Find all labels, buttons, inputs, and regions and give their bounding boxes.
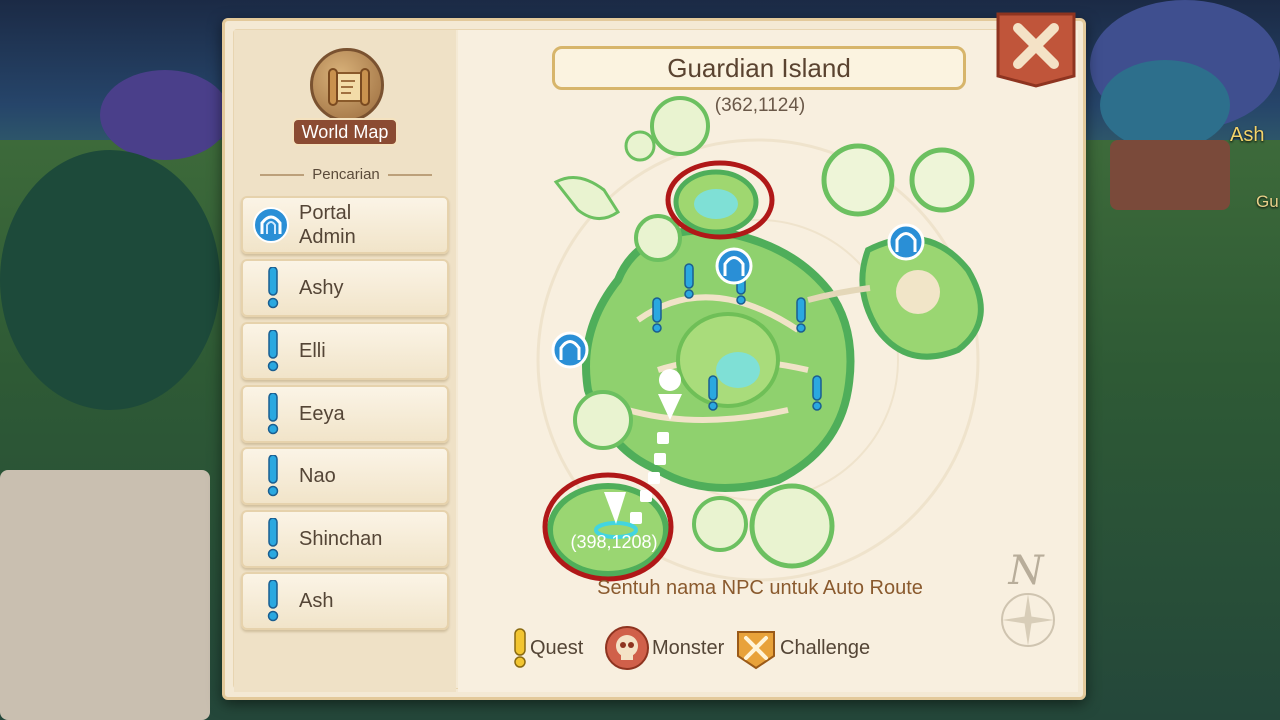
npc-label: Portal Admin (299, 198, 356, 252)
npc-label-line2: Admin (299, 226, 356, 248)
scroll-map-icon (328, 68, 370, 106)
npc-label: Nao (299, 465, 336, 487)
exclamation-icon (267, 393, 279, 435)
search-heading: Pencarian (242, 166, 450, 183)
npc-item-elli[interactable]: Elli (241, 322, 449, 380)
exclamation-icon (267, 580, 279, 622)
legend-challenge: Challenge (734, 626, 870, 670)
background-tree (1100, 60, 1230, 150)
south-islands (547, 483, 835, 577)
npc-label: Shinchan (299, 528, 383, 550)
exclamation-icon (514, 628, 526, 668)
search-heading-text: Pencarian (312, 166, 380, 183)
npc-label: Eeya (299, 403, 345, 425)
crossed-swords-icon (737, 631, 775, 670)
map-title-banner: Guardian Island (540, 42, 978, 94)
exclamation-icon (267, 455, 279, 497)
npc-label: Ashy (299, 277, 344, 299)
destination-coords: (398,1208) (570, 532, 657, 552)
compass-icon: N (1001, 548, 1055, 647)
map-title: Guardian Island (667, 53, 851, 83)
character-name-gu: Gu (1256, 192, 1279, 211)
npc-label: Ash (299, 590, 334, 612)
skull-icon (605, 626, 649, 670)
background-barrels (1110, 140, 1230, 210)
legend-quest: Quest (512, 626, 583, 670)
world-map-label[interactable]: World Map (292, 118, 398, 146)
svg-text:N: N (1008, 548, 1046, 594)
close-button[interactable] (996, 12, 1076, 88)
legend-challenge-label: Challenge (780, 636, 871, 659)
legend-quest-label: Quest (530, 636, 584, 659)
ornament-left (260, 174, 305, 177)
auto-route-hint: Sentuh nama NPC untuk Auto Route (597, 577, 923, 599)
legend-monster-label: Monster (652, 636, 725, 659)
world-map-button[interactable] (310, 48, 384, 122)
background-foliage (0, 150, 220, 410)
npc-label-line1: Portal (299, 202, 352, 224)
npc-item-ashy[interactable]: Ashy (241, 259, 449, 317)
portal-icon (253, 207, 289, 243)
exclamation-icon (267, 518, 279, 560)
background-rock (0, 470, 210, 720)
main-island (573, 214, 855, 492)
ornament-right (387, 174, 432, 177)
npc-item-ash[interactable]: Ash (241, 572, 449, 630)
exclamation-icon (267, 330, 279, 372)
npc-item-shinchan[interactable]: Shinchan (241, 510, 449, 568)
npc-item-portal-admin[interactable]: Portal Admin (241, 196, 449, 254)
north-islet (673, 169, 759, 235)
legend-monster: Monster (604, 626, 724, 670)
player-coordinates: (362,1124) (714, 95, 806, 116)
npc-item-eeya[interactable]: Eeya (241, 385, 449, 443)
character-name-ash: Ash (1230, 124, 1265, 146)
npc-item-nao[interactable]: Nao (241, 447, 449, 505)
close-icon (996, 12, 1076, 88)
background-tree (100, 70, 230, 160)
npc-label: Elli (299, 340, 326, 362)
exclamation-icon (267, 267, 279, 309)
